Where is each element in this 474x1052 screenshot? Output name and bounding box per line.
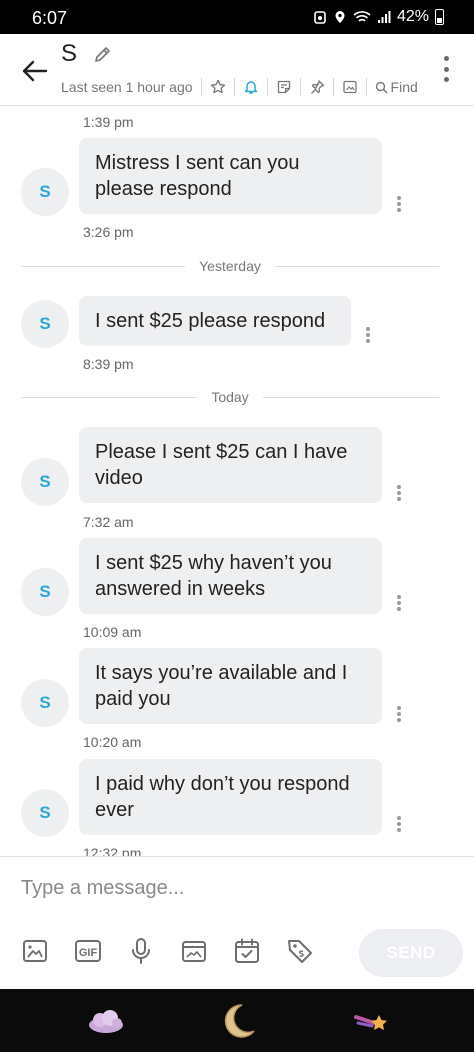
- message-text-line: video: [95, 467, 143, 489]
- message-bubble[interactable]: Mistress I sent can you please respond: [79, 138, 382, 214]
- message-input[interactable]: [21, 873, 451, 903]
- divider: [233, 78, 235, 96]
- message-options-icon[interactable]: [397, 816, 401, 832]
- divider: [332, 78, 334, 96]
- message-timestamp: 7:32 am: [83, 514, 134, 530]
- alarm-icon: [314, 11, 326, 24]
- date-divider: Yesterday: [21, 256, 439, 276]
- status-bar: 6:07 42%: [0, 0, 474, 34]
- contact-name: S: [61, 40, 78, 67]
- message-bubble[interactable]: Please I sent $25 can I have video: [79, 427, 382, 503]
- price-tag-icon[interactable]: [286, 937, 314, 965]
- microphone-icon[interactable]: [127, 937, 155, 965]
- message-timestamp: 10:20 am: [83, 734, 142, 750]
- message-options-icon[interactable]: [397, 595, 401, 611]
- message-options-icon[interactable]: [397, 485, 401, 501]
- avatar[interactable]: S: [21, 168, 69, 216]
- message-bubble[interactable]: I sent $25 why haven’t you answered in w…: [79, 538, 382, 614]
- message-text-line: Please I sent $25 can I have: [95, 441, 348, 463]
- calendar-check-icon[interactable]: [233, 937, 261, 965]
- media-vault-icon[interactable]: [180, 937, 208, 965]
- battery-icon: [435, 9, 444, 25]
- message-text-line: Mistress I sent can you: [95, 152, 300, 174]
- message-bubble[interactable]: I paid why don’t you respond ever: [79, 759, 382, 835]
- message-text-line: please respond: [95, 178, 232, 200]
- chat-header: S Last seen 1 hour ago Find: [0, 34, 474, 106]
- message-text-line: paid you: [95, 688, 171, 710]
- message-options-icon[interactable]: [397, 196, 401, 212]
- search-icon: [375, 81, 388, 94]
- location-icon: [335, 11, 345, 23]
- divider: [299, 78, 301, 96]
- header-toolbar: Last seen 1 hour ago Find: [61, 76, 418, 98]
- composer-toolbar: GIF: [21, 937, 339, 965]
- message-text-line: I sent $25 why haven’t you: [95, 552, 332, 574]
- back-arrow-icon[interactable]: [20, 56, 50, 86]
- message-timestamp: 10:09 am: [83, 624, 142, 640]
- clouds-icon[interactable]: [86, 1003, 126, 1039]
- message-options-icon[interactable]: [366, 327, 370, 343]
- date-divider-label: Yesterday: [199, 258, 261, 274]
- find-label: Find: [390, 79, 418, 95]
- message-text-line: answered in weeks: [95, 578, 266, 600]
- more-options-icon[interactable]: [444, 56, 450, 82]
- pin-icon[interactable]: [309, 79, 325, 95]
- battery-percent: 42%: [396, 8, 429, 25]
- message-text-line: I paid why don’t you respond: [95, 773, 350, 795]
- avatar[interactable]: S: [21, 300, 69, 348]
- avatar[interactable]: S: [21, 789, 69, 837]
- divider: [200, 78, 202, 96]
- bottom-nav: [0, 989, 474, 1052]
- moon-icon[interactable]: [218, 1003, 258, 1039]
- date-divider-label: Today: [211, 389, 249, 405]
- note-icon[interactable]: [276, 79, 292, 95]
- message-bubble[interactable]: I sent $25 please respond: [79, 296, 351, 346]
- message-text-line: It says you’re available and I: [95, 662, 348, 684]
- wifi-icon: [353, 11, 371, 22]
- status-time: 6:07: [32, 8, 68, 28]
- avatar[interactable]: S: [21, 679, 69, 727]
- message-timestamp: 12:32 pm: [83, 845, 142, 856]
- divider: [266, 78, 268, 96]
- last-seen-status: Last seen 1 hour ago: [61, 79, 193, 95]
- message-text-line: ever: [95, 799, 134, 821]
- signal-icon: [377, 11, 391, 23]
- message-timestamp: 8:39 pm: [83, 356, 134, 372]
- find-button[interactable]: Find: [375, 79, 418, 95]
- avatar[interactable]: S: [21, 568, 69, 616]
- shooting-star-icon[interactable]: [350, 1003, 390, 1039]
- message-composer: GIF SEND: [0, 856, 474, 989]
- message-timestamp: 3:26 pm: [83, 224, 134, 240]
- send-button[interactable]: SEND: [359, 929, 463, 977]
- gif-icon[interactable]: GIF: [74, 937, 102, 965]
- message-options-icon[interactable]: [397, 706, 401, 722]
- date-divider: Today: [21, 387, 440, 407]
- bell-icon[interactable]: [243, 79, 259, 95]
- image-icon[interactable]: [21, 937, 49, 965]
- edit-pencil-icon[interactable]: [93, 44, 113, 64]
- avatar[interactable]: S: [21, 458, 69, 506]
- message-bubble[interactable]: It says you’re available and I paid you: [79, 648, 382, 724]
- message-list[interactable]: 1:39 pm S Mistress I sent can you please…: [0, 107, 474, 856]
- message-timestamp: 1:39 pm: [83, 114, 134, 130]
- status-icons: 42%: [313, 8, 444, 26]
- star-icon[interactable]: [210, 79, 226, 95]
- image-icon[interactable]: [342, 79, 358, 95]
- message-text-line: I sent $25 please respond: [95, 310, 326, 332]
- divider: [365, 78, 367, 96]
- gif-label: GIF: [79, 947, 98, 959]
